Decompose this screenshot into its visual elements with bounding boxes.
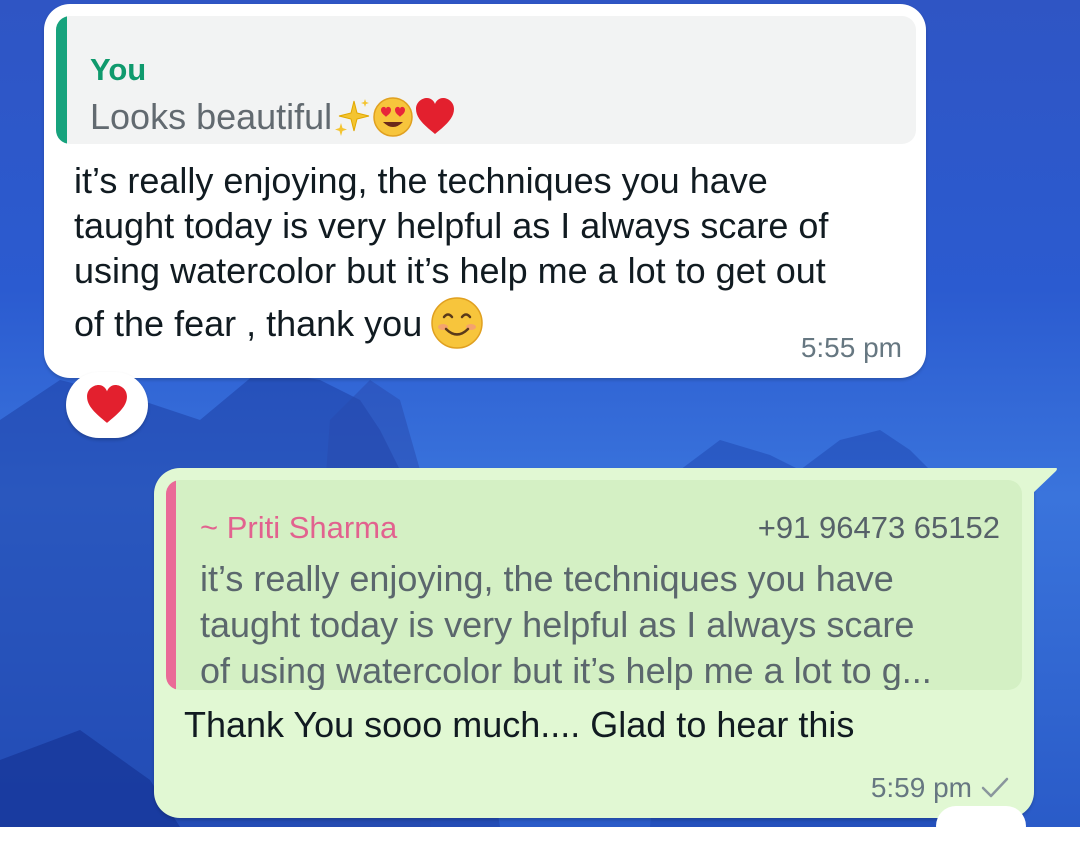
sparkles-emoji-icon [335,99,370,136]
message-reaction[interactable] [66,372,148,438]
message-line: using watercolor but it’s help me a lot … [74,250,826,291]
outgoing-message-text: Thank You sooo much.... Glad to hear thi… [184,704,855,745]
message-timestamp: 5:59 pm [870,772,972,803]
incoming-message-bubble[interactable]: You Looks beautiful it’s really enjoying… [44,4,926,378]
message-timestamp: 5:55 pm [800,332,902,363]
quoted-message[interactable]: You Looks beautiful [56,16,916,144]
quoted-text: Looks beautiful [90,96,333,137]
quote-accent-bar [56,16,67,144]
quoted-message[interactable]: ~ Priti Sharma +91 96473 65152 it’s real… [166,480,1022,690]
red-heart-emoji-icon [416,98,455,134]
next-reaction-peek [936,806,1026,846]
quoted-line: of using watercolor but it’s help me a l… [200,650,932,690]
heart-eyes-emoji-icon [373,97,413,137]
incoming-message-text: it’s really enjoying, the techniques you… [74,158,904,353]
outgoing-message-bubble[interactable]: ~ Priti Sharma +91 96473 65152 it’s real… [154,468,1057,818]
message-line: of the fear , thank you [74,302,423,344]
quote-accent-bar [166,480,176,690]
message-last-line: of the fear , thank you [74,293,904,353]
quoted-author-phone: +91 96473 65152 [757,510,1000,545]
quoted-author: You [90,52,147,87]
message-line: it’s really enjoying, the techniques you… [74,160,768,201]
message-line: taught today is very helpful as I always… [74,205,829,246]
bubble-tail [1032,468,1057,494]
quoted-line: taught today is very helpful as I always… [200,604,915,645]
smiling-face-emoji-icon [431,297,483,349]
message-meta: 5:59 pm [871,772,1010,804]
sent-check-icon [981,777,1009,798]
quoted-author: ~ Priti Sharma [200,510,398,545]
quoted-text-row: Looks beautiful [90,96,456,138]
red-heart-emoji-icon [87,385,127,423]
quoted-line: it’s really enjoying, the techniques you… [200,558,894,599]
quoted-text: it’s really enjoying, the techniques you… [200,556,1010,690]
